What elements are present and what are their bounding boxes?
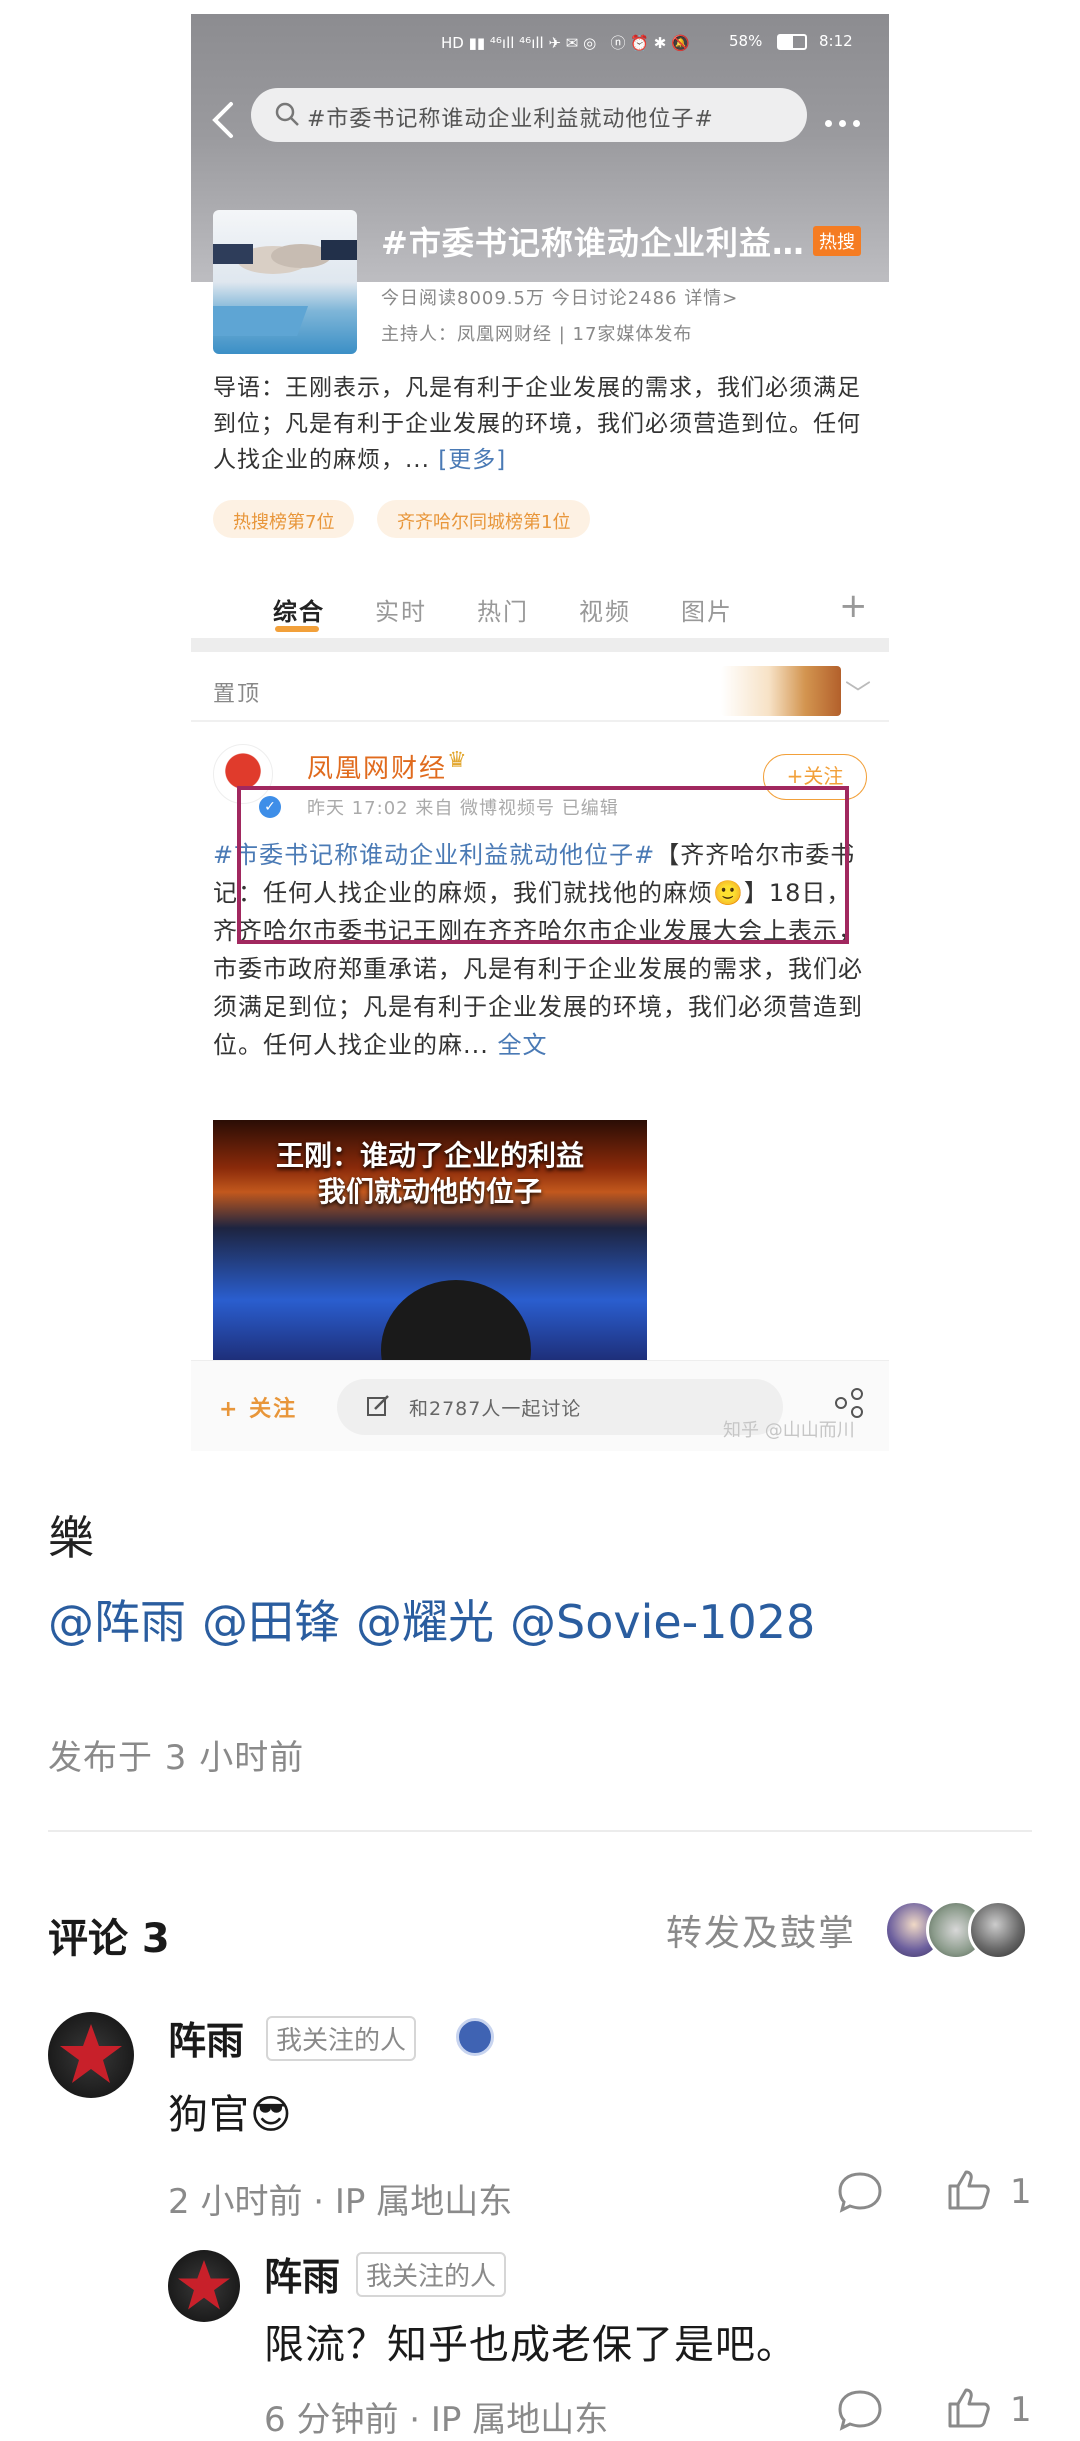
rank-tag-hot[interactable]: 热搜榜第7位: [213, 500, 355, 538]
battery-percent: 58%: [729, 32, 763, 50]
zhihu-watermark: 知乎 @山山而川: [723, 1420, 855, 1441]
tab-video[interactable]: 视频: [579, 592, 631, 627]
comment-text: 狗官😎: [168, 2092, 293, 2138]
tab-images[interactable]: 图片: [681, 592, 733, 627]
search-query: #市委书记称谁动企业利益就动他位子#: [307, 107, 714, 132]
discussion-placeholder: 和2787人一起讨论: [409, 1398, 582, 1420]
video-thumbnail[interactable]: 王刚：谁动了企业的利益 我们就动他的位子: [213, 1120, 647, 1360]
rank-tag-city[interactable]: 齐齐哈尔同城榜第1位: [377, 500, 591, 538]
video-person: [381, 1280, 531, 1360]
crown-icon: ♛: [447, 748, 467, 773]
reply-icon[interactable]: [836, 2168, 884, 2216]
tab-comprehensive[interactable]: 综合: [273, 592, 325, 627]
mention-link[interactable]: @田锋: [202, 1595, 340, 1649]
battery-icon: [777, 34, 807, 50]
like-icon[interactable]: [944, 2384, 992, 2432]
commenter-avatar[interactable]: [48, 2012, 134, 2098]
tab-hot[interactable]: 热门: [477, 592, 529, 627]
avatar[interactable]: [968, 1900, 1028, 1960]
like-count: 1: [1010, 2172, 1032, 2212]
reposts-link[interactable]: 转发及鼓掌: [666, 1904, 856, 1956]
topic-host: 主持人：凤凰网财经 | 17家媒体发布: [381, 324, 693, 345]
reply-icon[interactable]: [836, 2386, 884, 2434]
mention-link[interactable]: @Sovie-1028: [510, 1595, 815, 1649]
discussion-input[interactable]: 和2787人一起讨论: [337, 1379, 783, 1435]
following-tag: 我关注的人: [266, 2016, 417, 2061]
commenter-name[interactable]: 阵雨: [264, 2246, 340, 2301]
full-text-link[interactable]: 全文: [498, 1031, 548, 1059]
commenter-avatar[interactable]: [168, 2250, 240, 2322]
edit-icon: [367, 1395, 389, 1416]
comment-meta: 6 分钟前 · IP 属地山东: [264, 2400, 609, 2440]
tab-realtime[interactable]: 实时: [375, 592, 427, 627]
topic-intro: 导语：王刚表示，凡是有利于企业发展的需求，我们必须满足到位；凡是有利于企业发展的…: [213, 370, 863, 478]
search-icon: [275, 102, 299, 126]
mentions: @阵雨 @田锋 @耀光 @Sovie-1028: [48, 1586, 831, 1652]
back-arrow-icon[interactable]: [211, 98, 235, 142]
divider: [48, 1830, 1032, 1832]
great-wall-decoration: [721, 666, 841, 716]
chevron-down-icon[interactable]: ﹀: [845, 674, 871, 711]
like-icon[interactable]: [944, 2166, 992, 2214]
answer-text: 樂: [48, 1511, 94, 1565]
add-tab-icon[interactable]: +: [839, 586, 868, 626]
topic-stats[interactable]: 今日阅读8009.5万 今日讨论2486 详情>: [381, 284, 738, 310]
bottom-follow-button[interactable]: + 关注: [219, 1391, 297, 1423]
active-tab-indicator: [275, 626, 319, 632]
video-caption-line1: 王刚：谁动了企业的利益: [275, 1139, 584, 1172]
published-time: 发布于 3 小时前: [48, 1738, 305, 1778]
topic-intro-text: 导语：王刚表示，凡是有利于企业发展的需求，我们必须满足到位；凡是有利于企业发展的…: [213, 375, 861, 473]
like-count: 1: [1010, 2390, 1032, 2430]
intro-more-link[interactable]: [更多]: [438, 447, 506, 473]
divider: [191, 720, 889, 722]
topic-thumbnail-image: [213, 210, 357, 354]
highlight-box: [237, 786, 849, 944]
video-caption-line2: 我们就动他的位子: [317, 1175, 542, 1208]
post-author[interactable]: 凤凰网财经: [307, 748, 447, 785]
commenter-name[interactable]: 阵雨: [168, 2010, 244, 2065]
clock: 8:12: [819, 32, 853, 50]
mention-link[interactable]: @阵雨: [48, 1595, 186, 1649]
search-bar[interactable]: #市委书记称谁动企业利益就动他位子#: [251, 88, 807, 142]
mention-link[interactable]: @耀光: [356, 1595, 494, 1649]
topic-title: #市委书记称谁动企业利益…: [381, 224, 805, 262]
comment-text: 限流？知乎也成老保了是吧。: [264, 2322, 797, 2368]
embedded-weibo-screenshot[interactable]: HD ▮▮ ⁴⁶ıll ⁴⁶ıll ✈ ✉ ◎ ⓝ ⏰ ✱ 🔕 58% 8:12…: [191, 14, 889, 1451]
hot-search-badge: 热搜: [813, 226, 861, 256]
following-tag: 我关注的人: [356, 2252, 507, 2297]
video-caption: 王刚：谁动了企业的利益 我们就动他的位子: [213, 1138, 647, 1210]
status-bar-icons: HD ▮▮ ⁴⁶ıll ⁴⁶ıll ✈ ✉ ◎ ⓝ ⏰ ✱ 🔕: [441, 34, 690, 52]
more-options-icon[interactable]: [825, 112, 867, 131]
comments-title[interactable]: 评论 3: [48, 1906, 170, 1964]
comment-meta: 2 小时前 · IP 属地山东: [168, 2182, 513, 2222]
section-divider: [191, 638, 889, 652]
user-badge-icon: [456, 2018, 494, 2056]
pinned-label: 置顶: [213, 682, 262, 707]
